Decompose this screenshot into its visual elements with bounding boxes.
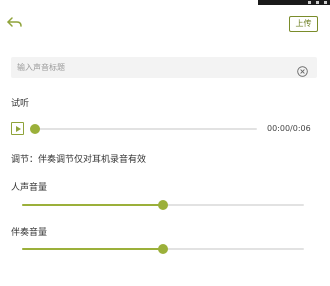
vocal-volume-fill [22, 204, 163, 206]
back-arrow-icon [7, 17, 22, 27]
vocal-volume-label: 人声音量 [11, 183, 48, 193]
status-indicator [324, 1, 327, 4]
preview-label: 试听 [11, 99, 30, 109]
title-input[interactable] [17, 57, 287, 78]
upload-button[interactable]: 上传 [289, 16, 318, 32]
back-button[interactable] [6, 14, 24, 32]
status-indicator [308, 1, 311, 4]
play-button[interactable] [11, 122, 24, 135]
accompaniment-volume-label: 伴奏音量 [11, 228, 48, 238]
play-icon [16, 126, 21, 132]
time-readout: 00:00/0:06 [267, 124, 311, 133]
accompaniment-volume-fill [22, 248, 163, 250]
adjust-note: 调节：伴奏调节仅对耳机录音有效 [11, 155, 147, 165]
accompaniment-volume-thumb[interactable] [158, 244, 168, 254]
clear-button[interactable] [297, 62, 308, 77]
clear-circle-icon [297, 66, 308, 77]
progress-thumb[interactable] [30, 124, 40, 134]
title-field [11, 57, 317, 78]
status-indicator [316, 1, 319, 4]
status-bar [258, 0, 330, 5]
vocal-volume-thumb[interactable] [158, 200, 168, 210]
vocal-volume-slider[interactable] [22, 200, 304, 210]
playback-progress-slider[interactable] [30, 124, 257, 134]
accompaniment-volume-slider[interactable] [22, 244, 304, 254]
